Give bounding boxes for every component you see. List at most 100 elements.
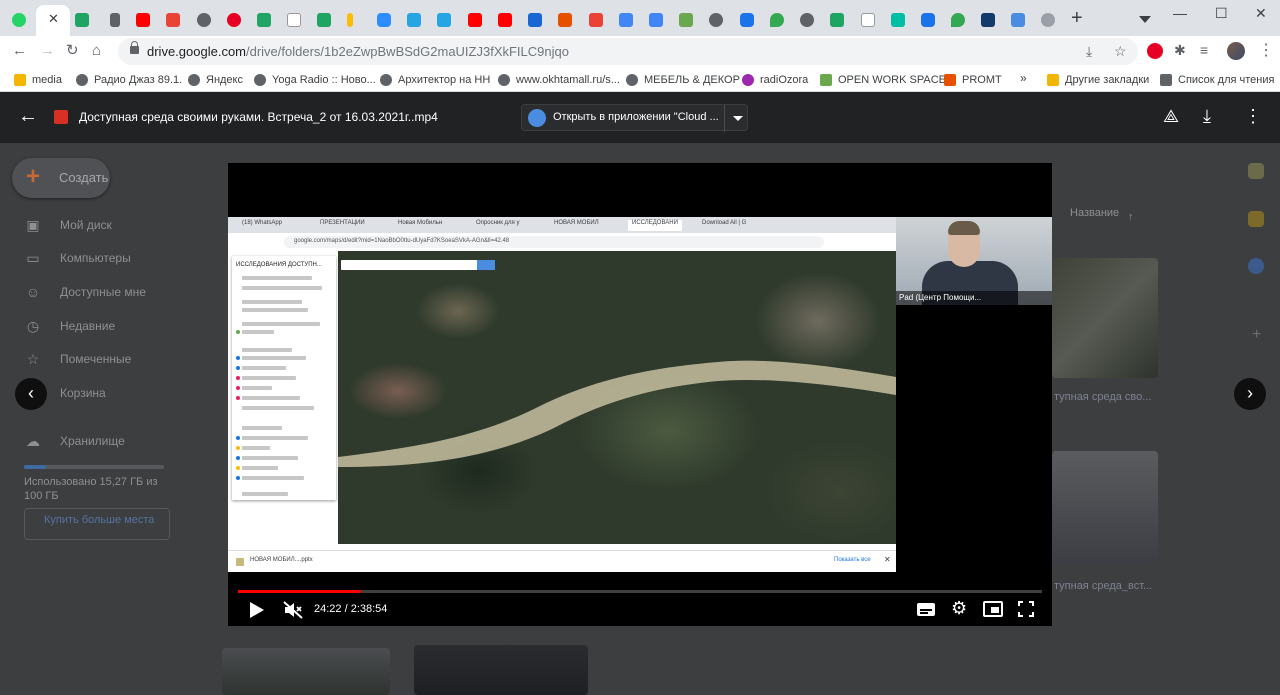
other-bookmarks[interactable]: Другие закладки (1047, 71, 1149, 89)
bookmark-media[interactable]: media (14, 71, 62, 89)
bookmark-yandex[interactable]: Яндекс (188, 71, 243, 89)
globe-tab-icon[interactable] (197, 13, 211, 27)
previous-file-button[interactable]: ‹ (15, 378, 47, 410)
bookmark-radio-jazz[interactable]: Радио Джаз 89.1. (76, 71, 182, 89)
booking-tab-icon[interactable] (981, 13, 995, 27)
tasks-icon[interactable] (1248, 258, 1264, 274)
globe-tab-icon-2[interactable] (800, 13, 814, 27)
app-tab-icon[interactable] (891, 13, 905, 27)
pinterest-extension-icon[interactable] (1147, 43, 1163, 59)
youtube-tab-icon-3[interactable] (498, 13, 512, 27)
add-addon-icon[interactable]: + (1252, 325, 1261, 345)
bookmark-yoga-radio[interactable]: Yoga Radio :: Ново... (254, 71, 376, 89)
home-icon[interactable]: ⌂ (92, 42, 101, 60)
bookmark-okhtamall[interactable]: www.okhtamall.ru/s... (498, 71, 620, 89)
chrome-menu-icon[interactable]: ⋮ (1258, 40, 1274, 60)
keep-icon[interactable] (1248, 211, 1264, 227)
maximize-icon[interactable]: ☐ (1215, 5, 1228, 22)
docs-tab-icon-2[interactable] (649, 13, 663, 27)
bookmark-radiozora[interactable]: radiOzora (742, 71, 808, 89)
nav-my-drive[interactable]: ▣ Мой диск (24, 215, 111, 235)
file-thumbnail[interactable] (1052, 258, 1158, 378)
bookmark-tab-icon[interactable] (347, 13, 353, 27)
sort-arrow-icon[interactable]: ↑ (1128, 207, 1134, 227)
download-icon[interactable]: ⤓ (1203, 106, 1211, 126)
youtube-tab-icon-2[interactable] (468, 13, 482, 27)
miniplayer-icon[interactable] (983, 601, 1003, 617)
nav-recent[interactable]: ◷ Недавние (24, 316, 115, 336)
chat-bubble-tab-icon-2[interactable] (921, 13, 935, 27)
file-caption[interactable]: тупная среда_вст... (1054, 580, 1152, 592)
install-icon[interactable]: ⤓ (1086, 43, 1092, 60)
subtitles-icon[interactable] (917, 603, 935, 616)
mail-tab-icon[interactable] (528, 13, 542, 27)
drive-tab-icon[interactable] (75, 13, 89, 27)
calendar-icon[interactable] (1248, 163, 1264, 179)
whatsapp-tab-icon[interactable] (12, 13, 26, 27)
back-icon[interactable]: ← (12, 42, 27, 60)
news-tab-icon[interactable] (558, 13, 572, 27)
file-thumbnail[interactable] (1052, 451, 1158, 566)
bookmark-promt[interactable]: PROMT (944, 71, 1002, 89)
docs-tab-icon[interactable] (619, 13, 633, 27)
maps-tab-icon[interactable] (770, 13, 784, 27)
extensions-puzzle-icon[interactable]: ✱ (1174, 42, 1186, 59)
bookmark-open-work-space[interactable]: OPEN WORK SPACE (820, 71, 946, 89)
chat-tab-icon-2[interactable] (437, 13, 451, 27)
google-tab-icon-2[interactable] (861, 13, 875, 27)
minimize-icon[interactable]: — (1173, 5, 1187, 21)
chevron-down-icon[interactable] (733, 116, 743, 121)
youtube-tab-icon[interactable] (136, 13, 150, 27)
next-file-button[interactable]: › (1234, 378, 1266, 410)
tab-search-icon[interactable] (1139, 16, 1151, 23)
profile-avatar[interactable] (1227, 42, 1245, 60)
nav-starred[interactable]: ☆ Помеченные (24, 349, 132, 369)
gmail-tab-icon[interactable] (166, 13, 180, 27)
maps-tab-icon-2[interactable] (951, 13, 965, 27)
reading-list[interactable]: Список для чтения (1160, 71, 1274, 89)
video-player[interactable]: (18) WhatsApp ПРЕЗЕНТАЦИИ Новая Мобильн … (228, 163, 1052, 626)
nav-storage[interactable]: ☁ Хранилище (24, 431, 125, 451)
mute-icon[interactable] (283, 601, 303, 619)
create-button[interactable]: + Создать (12, 158, 110, 198)
add-shortcut-drive-icon[interactable]: ⟁ (1163, 106, 1179, 126)
key-tab-icon[interactable] (1041, 13, 1055, 27)
file-thumbnail[interactable] (414, 645, 588, 695)
pinterest-tab-icon[interactable] (227, 13, 241, 27)
chat-tab-icon[interactable] (407, 13, 421, 27)
home-tab-icon[interactable] (1011, 13, 1025, 27)
drive-tab-icon-2[interactable] (257, 13, 271, 27)
bookmark-architect[interactable]: Архитектор на НН (380, 71, 490, 89)
bookmark-star-icon[interactable]: ☆ (1114, 43, 1127, 60)
reload-icon[interactable]: ↻ (66, 42, 79, 60)
google-tab-icon[interactable] (287, 13, 301, 27)
audio-tab-icon[interactable] (110, 13, 120, 27)
grid-tab-icon[interactable] (679, 13, 693, 27)
buy-storage-button[interactable]: Купить больше места (24, 508, 170, 540)
window-close-icon[interactable]: ✕ (1255, 5, 1267, 22)
bookmarks-overflow-button[interactable]: » (1020, 71, 1027, 85)
drive-tab-icon-3[interactable] (317, 13, 331, 27)
new-tab-icon[interactable]: + (1071, 8, 1083, 28)
play-icon[interactable] (250, 602, 264, 618)
paw-tab-icon[interactable] (709, 13, 723, 27)
nav-shared[interactable]: ☺ Доступные мне (24, 282, 146, 302)
gmail-tab-icon-2[interactable] (589, 13, 603, 27)
chat-bubble-tab-icon[interactable] (740, 13, 754, 27)
file-thumbnail[interactable] (222, 648, 390, 695)
nav-computers[interactable]: ▭ Компьютеры (24, 248, 130, 268)
file-caption[interactable]: тупная среда сво... (1054, 391, 1151, 403)
sort-by-name[interactable]: Название (1070, 207, 1119, 219)
video-progress-bar[interactable] (238, 590, 1042, 593)
address-bar[interactable]: drive.google.com/drive/folders/1b2eZwpBw… (118, 38, 1138, 65)
bookmark-mebel[interactable]: МЕБЕЛЬ & ДЕКОР (626, 71, 740, 89)
media-queue-icon[interactable]: ≡ (1200, 42, 1208, 58)
more-actions-icon[interactable]: ⋮ (1244, 106, 1262, 126)
forward-icon[interactable]: → (40, 42, 55, 60)
close-tab-icon[interactable]: ✕ (48, 11, 59, 27)
open-with-button[interactable]: Открыть в приложении "Cloud ... (521, 104, 748, 132)
gear-icon[interactable]: ⚙ (951, 599, 967, 617)
drive-tab-icon-4[interactable] (830, 13, 844, 27)
fullscreen-icon[interactable] (1018, 601, 1034, 617)
zoom-tab-icon[interactable] (377, 13, 391, 27)
